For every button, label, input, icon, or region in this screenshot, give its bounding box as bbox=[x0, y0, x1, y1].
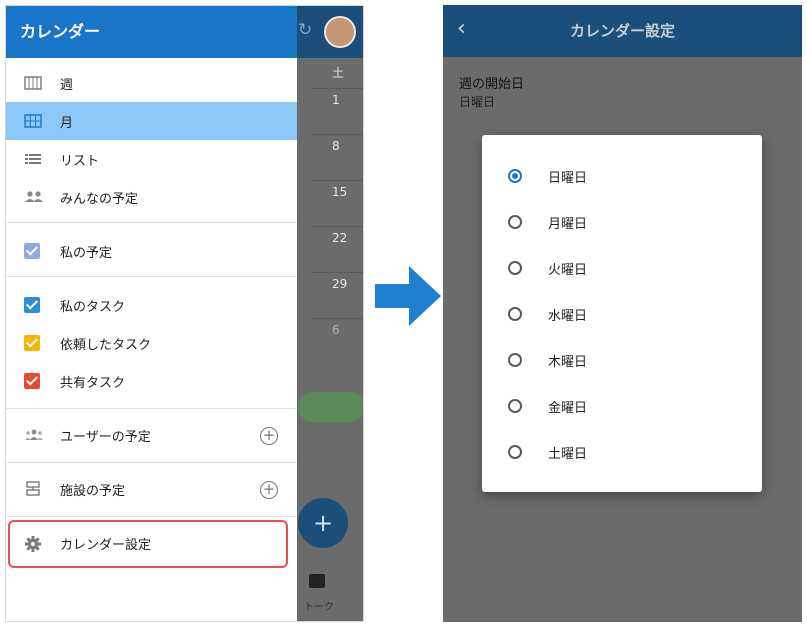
event-bar[interactable] bbox=[298, 392, 363, 422]
week-start-label[interactable]: 週の開始日 bbox=[459, 73, 524, 92]
menu-item-label: 私のタスク bbox=[60, 299, 126, 315]
menu-item-month[interactable]: 月 bbox=[6, 102, 297, 140]
day-cell[interactable]: 29 bbox=[312, 272, 363, 318]
menu-item-week[interactable]: 週 bbox=[6, 64, 297, 102]
week-start-dialog: 日曜日 月曜日 火曜日 水曜日 木曜日 金曜日 土曜日 bbox=[482, 135, 762, 492]
day-cell[interactable]: 1 bbox=[312, 88, 363, 134]
option-monday[interactable]: 月曜日 bbox=[482, 199, 762, 245]
radio-icon[interactable] bbox=[508, 399, 522, 413]
menu-item-facility-schedule[interactable]: 施設の予定 + bbox=[6, 470, 297, 508]
menu-item-shared-tasks[interactable]: 共有タスク bbox=[6, 362, 297, 400]
option-sunday[interactable]: 日曜日 bbox=[482, 153, 762, 199]
transition-arrow-icon bbox=[375, 266, 441, 326]
right-phone-screen: カレンダー設定 ‹ 週の開始日 日曜日 日曜日 月曜日 火曜日 水曜日 木曜日 … bbox=[443, 5, 802, 622]
week-view-icon bbox=[24, 75, 42, 91]
radio-icon[interactable] bbox=[508, 353, 522, 367]
radio-icon[interactable] bbox=[508, 215, 522, 229]
menu-item-everyone[interactable]: みんなの予定 bbox=[6, 178, 297, 216]
day-cell[interactable]: 22 bbox=[312, 226, 363, 272]
checkbox-icon[interactable] bbox=[24, 373, 42, 389]
drawer-title: カレンダー bbox=[6, 6, 297, 58]
menu-item-label: ユーザーの予定 bbox=[60, 429, 151, 445]
menu-item-requested-tasks[interactable]: 依頼したタスク bbox=[6, 324, 297, 362]
add-event-button[interactable]: + bbox=[298, 498, 348, 548]
week-start-value: 日曜日 bbox=[459, 95, 496, 109]
menu-item-label: 共有タスク bbox=[60, 375, 126, 391]
month-view-icon bbox=[24, 113, 42, 129]
page-title: カレンダー設定 bbox=[569, 22, 675, 40]
option-label: 火曜日 bbox=[548, 262, 588, 278]
menu-item-label: 施設の予定 bbox=[60, 483, 126, 499]
menu-item-list[interactable]: リスト bbox=[6, 140, 297, 178]
option-label: 木曜日 bbox=[548, 354, 588, 370]
people-icon bbox=[24, 189, 43, 205]
option-label: 土曜日 bbox=[548, 446, 588, 462]
back-chevron-icon[interactable]: ‹ bbox=[457, 18, 466, 40]
menu-item-my-tasks[interactable]: 私のタスク bbox=[6, 286, 297, 324]
saturday-header: 土 bbox=[332, 66, 345, 80]
sync-icon: ↻ bbox=[298, 20, 313, 40]
add-user-schedule-icon[interactable]: + bbox=[260, 427, 278, 445]
divider bbox=[6, 222, 297, 223]
talk-icon[interactable] bbox=[309, 574, 325, 588]
talk-tab-label[interactable]: トーク bbox=[304, 598, 334, 613]
checkbox-icon[interactable] bbox=[24, 335, 42, 351]
radio-icon[interactable] bbox=[508, 445, 522, 459]
radio-icon[interactable] bbox=[508, 261, 522, 275]
settings-highlight-box bbox=[8, 520, 288, 568]
divider bbox=[6, 276, 297, 277]
divider bbox=[6, 408, 297, 409]
menu-item-my-schedule[interactable]: 私の予定 bbox=[6, 232, 297, 270]
menu-item-label: みんなの予定 bbox=[60, 191, 139, 207]
option-label: 月曜日 bbox=[548, 216, 588, 232]
checkbox-icon[interactable] bbox=[24, 243, 42, 259]
radio-selected-icon[interactable] bbox=[508, 169, 522, 183]
user-group-icon bbox=[24, 427, 43, 443]
menu-item-label: 週 bbox=[60, 77, 74, 93]
option-thursday[interactable]: 木曜日 bbox=[482, 337, 762, 383]
menu-item-label: リスト bbox=[60, 153, 100, 169]
add-facility-schedule-icon[interactable]: + bbox=[260, 481, 278, 499]
option-label: 金曜日 bbox=[548, 400, 588, 416]
settings-app-bar: カレンダー設定 ‹ bbox=[443, 5, 802, 57]
menu-item-label: 依頼したタスク bbox=[60, 337, 152, 353]
menu-item-label: 月 bbox=[60, 115, 74, 131]
option-label: 日曜日 bbox=[548, 170, 588, 186]
radio-icon[interactable] bbox=[508, 307, 522, 321]
option-label: 水曜日 bbox=[548, 308, 588, 324]
option-tuesday[interactable]: 火曜日 bbox=[482, 245, 762, 291]
day-cell[interactable]: 15 bbox=[312, 180, 363, 226]
menu-item-user-schedule[interactable]: ユーザーの予定 + bbox=[6, 416, 297, 454]
left-phone-screen: ↻ 土 1 8 15 22 29 6 + トーク カレンダー 週 月 リスト み… bbox=[5, 5, 364, 622]
option-wednesday[interactable]: 水曜日 bbox=[482, 291, 762, 337]
option-saturday[interactable]: 土曜日 bbox=[482, 429, 762, 475]
option-friday[interactable]: 金曜日 bbox=[482, 383, 762, 429]
divider bbox=[6, 516, 297, 517]
navigation-drawer: カレンダー 週 月 リスト みんなの予定 私の予定 私のタスク 依頼したタスク … bbox=[6, 6, 297, 621]
avatar[interactable] bbox=[324, 16, 356, 48]
list-view-icon bbox=[24, 151, 42, 167]
day-cell[interactable]: 8 bbox=[312, 134, 363, 180]
divider bbox=[6, 462, 297, 463]
checkbox-icon[interactable] bbox=[24, 297, 42, 313]
facility-icon bbox=[24, 481, 42, 497]
day-cell[interactable]: 6 bbox=[312, 318, 363, 364]
menu-item-label: 私の予定 bbox=[60, 245, 113, 261]
